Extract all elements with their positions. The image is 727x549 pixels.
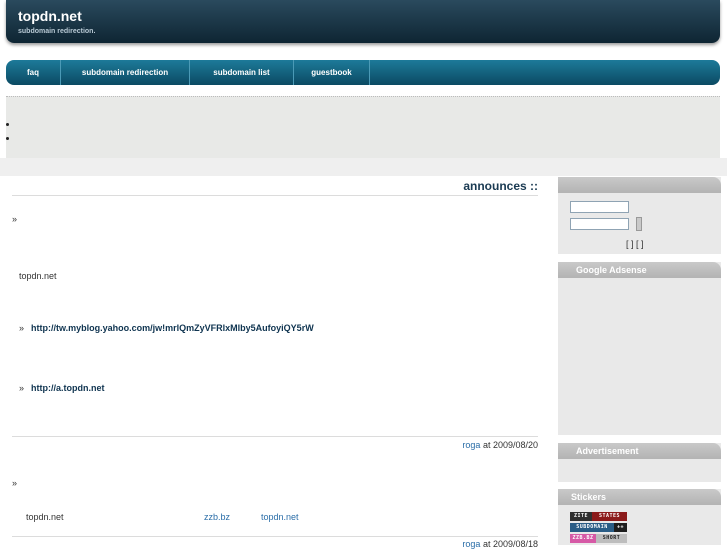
sticker-left: ZITE [570,512,592,521]
stickers-box: Stickers ZITE STATES SUBDOMAIN ++ ZZB.BZ SH… [558,489,721,545]
nav-separator [369,60,370,85]
divider [12,195,538,196]
author-link[interactable]: roga [462,440,480,450]
advertisement-title: Advertisement [558,443,721,459]
sticker-zite-states[interactable]: ZITE STATES [570,512,627,521]
nav-subdomain-list[interactable]: subdomain list [190,60,293,85]
link-arrow: » [19,383,25,393]
main-nav: faq subdomain redirection subdomain list… [6,60,720,85]
post-text: topdn.net [19,271,57,281]
adsense-title: Google Adsense [558,262,721,278]
link-arrow: » [19,323,25,333]
password-input[interactable] [570,218,629,230]
post-meta: roga at 2009/08/20 [462,440,538,450]
nav-faq[interactable]: faq [6,60,60,85]
post-date: at 2009/08/18 [480,539,538,549]
adsense-box: Google Adsense [558,262,721,435]
stickers-title: Stickers [558,489,721,505]
nav-guestbook[interactable]: guestbook [294,60,369,85]
sticker-subdomain[interactable]: SUBDOMAIN ++ [570,523,627,532]
post-arrow: » [12,214,18,224]
content-band [0,158,727,176]
post-link[interactable]: topdn.net [261,512,299,522]
site-title[interactable]: topdn.net [18,8,82,24]
divider [12,536,538,537]
post-date: at 2009/08/20 [480,440,538,450]
notice-box [6,96,720,159]
login-links[interactable]: [ ] [ ] [626,239,644,249]
sticker-left: ZZB.BZ [570,534,596,543]
login-button[interactable] [636,217,642,231]
post-arrow: » [12,478,18,488]
post-link[interactable]: http://tw.myblog.yahoo.com/jw!mrlQmZyVFR… [31,323,314,333]
author-link[interactable]: roga [462,539,480,549]
nav-subdomain-redirection[interactable]: subdomain redirection [61,60,189,85]
login-head [558,177,721,193]
post-link[interactable]: http://a.topdn.net [31,383,104,393]
announces-title: announces :: [463,179,538,193]
username-input[interactable] [570,201,629,213]
sticker-right: ++ [614,523,627,532]
advertisement-box: Advertisement [558,443,721,482]
post-meta: roga at 2009/08/18 [462,539,538,549]
sticker-left: SUBDOMAIN [570,523,614,532]
site-tagline: subdomain redirection. [18,28,96,35]
sticker-right: STATES [592,512,627,521]
login-box: [ ] [ ] [558,177,721,254]
sticker-zzb-short[interactable]: ZZB.BZ SHORT [570,534,627,543]
post-link[interactable]: zzb.bz [204,512,230,522]
site-header: topdn.net subdomain redirection. [6,0,720,43]
divider [12,436,538,437]
post-text: topdn.net [26,512,64,522]
sticker-right: SHORT [596,534,627,543]
